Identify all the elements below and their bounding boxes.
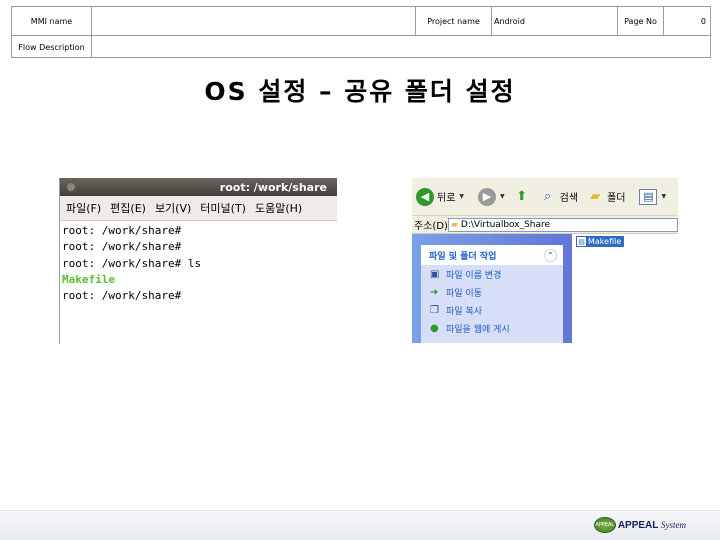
footer: APPEAL APPEAL System: [0, 510, 720, 540]
file-folder-tasks-panel: 파일 및 폴더 작업 ⌃ ▣ 파일 이름 변경 ➜ 파일 이동 ❐ 파일 복사 …: [421, 245, 563, 343]
up-folder-icon[interactable]: ⬆: [513, 188, 531, 206]
flow-description-label: Flow Description: [12, 36, 92, 58]
project-name-value: Android: [492, 7, 618, 36]
back-dropdown-icon[interactable]: ▼: [459, 193, 464, 200]
menu-terminal[interactable]: 터미널(T): [200, 200, 246, 216]
back-arrow-icon[interactable]: ◀: [416, 187, 434, 206]
terminal-line: root: /work/share# ls: [62, 256, 202, 270]
copy-icon: ❐: [430, 304, 439, 316]
collapse-icon[interactable]: ⌃: [544, 248, 557, 262]
task-label: 파일 복사: [446, 306, 482, 317]
address-bar: 주소(D) ▰ D:\Virtualbox_Share: [412, 216, 678, 234]
mmi-name-label: MMI name: [12, 7, 92, 36]
terminal-line-file: Makefile: [62, 272, 115, 286]
terminal-line: root: /work/share#: [62, 224, 182, 237]
task-label: 파일을 웹에 게시: [446, 324, 510, 335]
back-button-label[interactable]: 뒤로: [437, 189, 455, 204]
view-dropdown-icon[interactable]: ▼: [661, 193, 666, 200]
task-rename[interactable]: ▣ 파일 이름 변경: [421, 265, 563, 283]
page-no-value: 0: [664, 7, 711, 36]
company-logo: APPEAL APPEAL System: [593, 517, 686, 533]
menu-view[interactable]: 보기(V): [155, 200, 191, 216]
task-label: 파일 이름 변경: [446, 270, 502, 281]
task-label: 파일 이동: [446, 288, 482, 299]
view-icon[interactable]: ▤: [639, 188, 658, 205]
task-panel-title: 파일 및 폴더 작업: [429, 251, 497, 262]
terminal-line: root: /work/share#: [62, 289, 182, 303]
menu-help[interactable]: 도움말(H): [255, 200, 302, 216]
menu-file[interactable]: 파일(F): [66, 200, 101, 216]
terminal-titlebar: root: /work/share: [60, 178, 337, 196]
project-name-label: Project name: [416, 7, 492, 36]
file-item[interactable]: ▤ Makefile: [576, 236, 625, 247]
window-menu-icon[interactable]: [66, 182, 76, 192]
address-value: D:\Virtualbox_Share: [460, 219, 551, 230]
explorer-window: ◀ 뒤로 ▼ ▶ ▼ ⬆ ⌕ 검색 ▰ 폴더 ▤ ▼ 주소(D) ▰ D:\Vi…: [412, 178, 678, 343]
folders-button-label[interactable]: 폴더: [607, 189, 625, 204]
terminal-window: root: /work/share 파일(F) 편집(E) 보기(V) 터미널(…: [59, 178, 337, 344]
task-pane: 파일 및 폴더 작업 ⌃ ▣ 파일 이름 변경 ➜ 파일 이동 ❐ 파일 복사 …: [412, 234, 572, 343]
header-table: MMI name Project name Android Page No 0 …: [11, 6, 711, 58]
web-publish-icon: ●: [430, 322, 439, 334]
logo-emblem-icon: APPEAL: [593, 517, 616, 533]
task-panel-header[interactable]: 파일 및 폴더 작업 ⌃: [421, 245, 563, 265]
brand-text: APPEAL System: [617, 519, 686, 531]
forward-dropdown-icon[interactable]: ▼: [500, 193, 505, 200]
move-icon: ➜: [430, 286, 439, 298]
search-icon[interactable]: ⌕: [539, 188, 557, 206]
task-copy[interactable]: ❐ 파일 복사: [421, 301, 563, 319]
forward-arrow-icon[interactable]: ▶: [478, 187, 497, 206]
terminal-menubar: 파일(F) 편집(E) 보기(V) 터미널(T) 도움말(H): [60, 196, 337, 221]
page-no-label: Page No: [618, 7, 664, 36]
page-title: OS 설정 – 공유 폴더 설정: [204, 77, 516, 106]
menu-edit[interactable]: 편집(E): [110, 200, 146, 216]
folder-icon: ▰: [451, 219, 458, 230]
explorer-toolbar: ◀ 뒤로 ▼ ▶ ▼ ⬆ ⌕ 검색 ▰ 폴더 ▤ ▼: [412, 178, 678, 216]
file-icon: ▤: [577, 237, 586, 246]
folders-icon[interactable]: ▰: [586, 188, 604, 206]
file-name: Makefile: [588, 237, 622, 246]
search-button-label[interactable]: 검색: [560, 189, 578, 204]
task-publish[interactable]: ● 파일을 웹에 게시: [421, 319, 563, 337]
address-label: 주소(D): [414, 221, 448, 232]
address-input[interactable]: ▰ D:\Virtualbox_Share: [448, 217, 678, 232]
mmi-name-value: [92, 7, 416, 36]
task-move[interactable]: ➜ 파일 이동: [421, 283, 563, 301]
flow-description-value: [92, 36, 711, 58]
terminal-title: root: /work/share: [219, 180, 327, 194]
rename-icon: ▣: [430, 268, 440, 280]
terminal-line: root: /work/share#: [62, 240, 182, 254]
terminal-output[interactable]: root: /work/share# root: /work/share# ro…: [60, 221, 337, 304]
